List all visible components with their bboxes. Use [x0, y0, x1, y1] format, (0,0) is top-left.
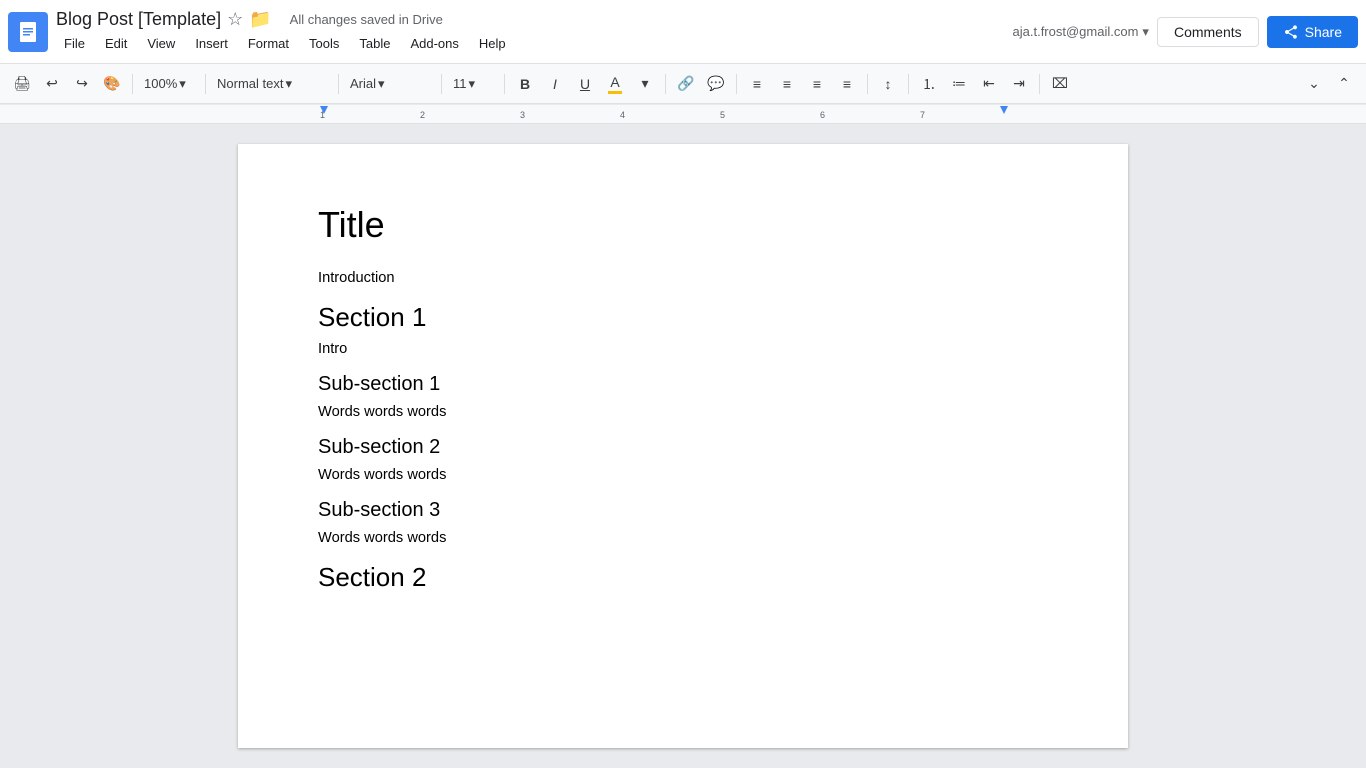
doc-title-row: Blog Post [Template] ☆ 📁 All changes sav…: [56, 9, 1013, 30]
doc-content-title[interactable]: Title: [318, 204, 1048, 246]
text-color-indicator: A: [608, 74, 622, 94]
folder-icon[interactable]: 📁: [249, 9, 271, 30]
menu-addons[interactable]: Add-ons: [402, 32, 466, 55]
comment-button[interactable]: 💬: [702, 70, 730, 98]
doc-subsection1-text[interactable]: Words words words: [318, 404, 1048, 420]
doc-title-area: Blog Post [Template] ☆ 📁 All changes sav…: [56, 9, 1013, 55]
menu-help[interactable]: Help: [471, 32, 514, 55]
share-icon: [1283, 24, 1299, 40]
comments-button[interactable]: Comments: [1157, 17, 1259, 47]
menu-tools[interactable]: Tools: [301, 32, 347, 55]
menu-view[interactable]: View: [139, 32, 183, 55]
menu-edit[interactable]: Edit: [97, 32, 135, 55]
underline-button[interactable]: U: [571, 70, 599, 98]
zoom-select[interactable]: 100% ▾: [139, 70, 199, 98]
font-size-value: 11: [453, 76, 467, 91]
share-button[interactable]: Share: [1267, 16, 1358, 48]
separator-7: [736, 74, 737, 94]
highlight-color-button[interactable]: ▾: [631, 70, 659, 98]
bold-button[interactable]: B: [511, 70, 539, 98]
text-color-button[interactable]: A: [601, 70, 629, 98]
doc-subsection1-heading[interactable]: Sub-section 1: [318, 373, 1048, 396]
font-size-select[interactable]: 11 ▾: [448, 70, 498, 98]
numbered-list-button[interactable]: ⒈: [915, 70, 943, 98]
star-icon[interactable]: ☆: [227, 9, 243, 30]
svg-text:6: 6: [820, 110, 825, 120]
separator-9: [908, 74, 909, 94]
ruler: 1 2 3 4 5 6 7: [0, 104, 1366, 124]
size-dropdown-icon: ▾: [469, 76, 476, 92]
font-select[interactable]: Arial ▾: [345, 70, 435, 98]
menu-format[interactable]: Format: [240, 32, 297, 55]
doc-subsection3-text[interactable]: Words words words: [318, 530, 1048, 546]
separator-3: [338, 74, 339, 94]
increase-indent-button[interactable]: ⇥: [1005, 70, 1033, 98]
menu-insert[interactable]: Insert: [187, 32, 236, 55]
toolbar: 🖨 ↩ ↪ 🎨 100% ▾ Normal text ▾ Arial ▾ 11 …: [0, 64, 1366, 104]
user-dropdown-icon: ▾: [1142, 24, 1149, 40]
separator-8: [867, 74, 868, 94]
svg-text:7: 7: [920, 110, 925, 120]
separator-6: [665, 74, 666, 94]
svg-text:4: 4: [620, 110, 625, 120]
italic-button[interactable]: I: [541, 70, 569, 98]
justify-button[interactable]: ≡: [833, 70, 861, 98]
color-bar: [608, 91, 622, 94]
separator-4: [441, 74, 442, 94]
separator-2: [205, 74, 206, 94]
align-left-button[interactable]: ≡: [743, 70, 771, 98]
doc-subsection2-text[interactable]: Words words words: [318, 467, 1048, 483]
separator-1: [132, 74, 133, 94]
bulleted-list-button[interactable]: ≔: [945, 70, 973, 98]
svg-text:2: 2: [420, 110, 425, 120]
menu-file[interactable]: File: [56, 32, 93, 55]
doc-subsection3-heading[interactable]: Sub-section 3: [318, 499, 1048, 522]
menu-row: File Edit View Insert Format Tools Table…: [56, 32, 1013, 55]
user-email: aja.t.frost@gmail.com: [1013, 24, 1139, 39]
top-right: aja.t.frost@gmail.com ▾ Comments Share: [1013, 16, 1358, 48]
user-info[interactable]: aja.t.frost@gmail.com ▾: [1013, 24, 1149, 40]
undo-button[interactable]: ↩: [38, 70, 66, 98]
font-dropdown-icon: ▾: [378, 76, 385, 92]
collapse-toolbar-button[interactable]: ⌃: [1330, 70, 1358, 98]
status-text: All changes saved in Drive: [290, 12, 443, 27]
doc-section1-intro[interactable]: Intro: [318, 341, 1048, 357]
svg-text:3: 3: [520, 110, 525, 120]
separator-5: [504, 74, 505, 94]
font-value: Arial: [350, 76, 376, 91]
separator-10: [1039, 74, 1040, 94]
doc-subsection2-heading[interactable]: Sub-section 2: [318, 436, 1048, 459]
expand-toolbar-button[interactable]: ⌄: [1300, 70, 1328, 98]
print-button[interactable]: 🖨: [8, 70, 36, 98]
clear-formatting-button[interactable]: ⌧: [1046, 70, 1074, 98]
paint-format-button[interactable]: 🎨: [98, 70, 126, 98]
svg-text:5: 5: [720, 110, 725, 120]
doc-intro-label[interactable]: Introduction: [318, 270, 1048, 286]
ruler-svg: 1 2 3 4 5 6 7: [0, 104, 1366, 124]
top-bar: Blog Post [Template] ☆ 📁 All changes sav…: [0, 0, 1366, 64]
doc-section2-heading[interactable]: Section 2: [318, 562, 1048, 593]
style-dropdown-icon: ▾: [285, 76, 292, 92]
text-color-letter: A: [610, 74, 619, 90]
app-icon[interactable]: [8, 12, 48, 52]
link-button[interactable]: 🔗: [672, 70, 700, 98]
doc-title[interactable]: Blog Post [Template]: [56, 9, 221, 30]
share-label: Share: [1305, 24, 1342, 40]
align-center-button[interactable]: ≡: [773, 70, 801, 98]
style-select[interactable]: Normal text ▾: [212, 70, 332, 98]
doc-area[interactable]: Title Introduction Section 1 Intro Sub-s…: [0, 124, 1366, 768]
align-right-button[interactable]: ≡: [803, 70, 831, 98]
decrease-indent-button[interactable]: ⇤: [975, 70, 1003, 98]
redo-button[interactable]: ↪: [68, 70, 96, 98]
line-spacing-button[interactable]: ↕: [874, 70, 902, 98]
menu-table[interactable]: Table: [351, 32, 398, 55]
page: Title Introduction Section 1 Intro Sub-s…: [238, 144, 1128, 748]
style-value: Normal text: [217, 76, 283, 91]
doc-section1-heading[interactable]: Section 1: [318, 302, 1048, 333]
zoom-value: 100%: [144, 76, 177, 91]
zoom-dropdown-icon: ▾: [179, 76, 186, 92]
